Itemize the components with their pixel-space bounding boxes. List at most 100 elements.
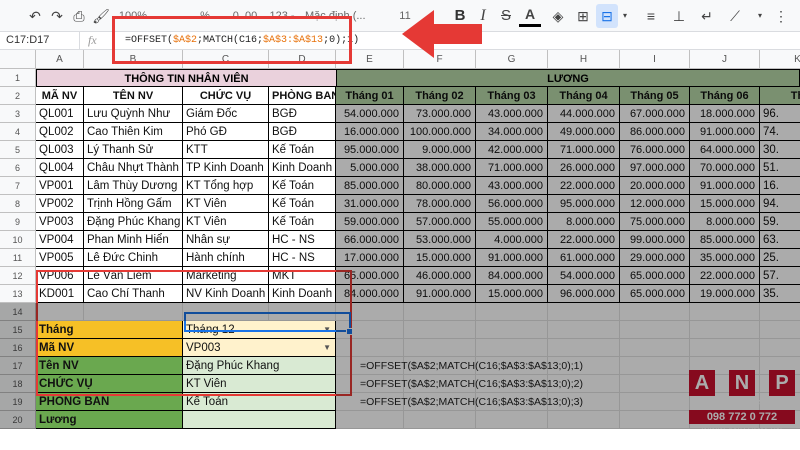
salary-header-cell[interactable]: Tháng 02: [404, 87, 476, 105]
salary-cell[interactable]: 65.000.000: [620, 267, 690, 285]
grid-cell[interactable]: [404, 303, 476, 321]
table-cell[interactable]: VP003: [36, 213, 84, 231]
table-cell[interactable]: Kinh Doanh: [269, 285, 336, 303]
row-header[interactable]: 14: [0, 303, 36, 321]
fill-handle[interactable]: [346, 328, 353, 335]
decimal-buttons[interactable]: 0 .00: [225, 4, 265, 28]
print-icon[interactable]: ⎙: [68, 4, 90, 28]
table-cell[interactable]: TP Kinh Doanh: [183, 159, 269, 177]
salary-cell[interactable]: 46.000.000: [404, 267, 476, 285]
row-header[interactable]: 15: [0, 321, 36, 339]
salary-cell[interactable]: 20.000.000: [620, 177, 690, 195]
salary-cell[interactable]: 71.000.000: [548, 141, 620, 159]
salary-cell[interactable]: 42.000.000: [476, 141, 548, 159]
table-cell[interactable]: BGĐ: [269, 105, 336, 123]
formula-text-cell[interactable]: =OFFSET($A$2;MATCH(C16;$A$3:$A$13;0);3): [360, 393, 583, 411]
salary-cell[interactable]: 49.000.000: [548, 123, 620, 141]
table-cell[interactable]: QL003: [36, 141, 84, 159]
table-cell[interactable]: HC - NS: [269, 231, 336, 249]
row-header[interactable]: 4: [0, 123, 36, 141]
salary-cell[interactable]: 35.000.000: [690, 249, 760, 267]
salary-header-cell[interactable]: Tháng 04: [548, 87, 620, 105]
table-cell[interactable]: MKT: [269, 267, 336, 285]
grid-cell[interactable]: [36, 303, 84, 321]
salary-cell[interactable]: 56.000.000: [476, 195, 548, 213]
grid-cell[interactable]: [336, 339, 404, 357]
lookup-value[interactable]: [183, 411, 336, 429]
salary-cell[interactable]: 29.000.000: [620, 249, 690, 267]
salary-cell[interactable]: 91.000.000: [476, 249, 548, 267]
table-cell[interactable]: Kế Toán: [269, 177, 336, 195]
table-cell[interactable]: VP001: [36, 177, 84, 195]
salary-cell[interactable]: 84.000.000: [336, 285, 404, 303]
salary-header-cell[interactable]: Tháng 01: [336, 87, 404, 105]
table-cell[interactable]: QL002: [36, 123, 84, 141]
grid-cell[interactable]: [690, 321, 760, 339]
percent-format-button[interactable]: %: [196, 4, 214, 28]
salary-cell[interactable]: 57.000.000: [404, 213, 476, 231]
column-header[interactable]: G: [476, 50, 548, 69]
salary-cell[interactable]: 85.000.000: [336, 177, 404, 195]
salary-cell[interactable]: 94.: [760, 195, 800, 213]
table-cell[interactable]: QL001: [36, 105, 84, 123]
grid-cell[interactable]: [760, 321, 800, 339]
salary-cell[interactable]: 95.000.000: [548, 195, 620, 213]
dropdown-arrow-icon[interactable]: ▼: [323, 339, 331, 356]
salary-cell[interactable]: 65.000.000: [336, 267, 404, 285]
salary-cell[interactable]: 59.000.000: [336, 213, 404, 231]
salary-cell[interactable]: 22.000.000: [690, 267, 760, 285]
grid-cell[interactable]: [760, 303, 800, 321]
number-format-select[interactable]: 123 -: [265, 4, 299, 28]
salary-cell[interactable]: 38.000.000: [404, 159, 476, 177]
align-left-icon[interactable]: ≡: [640, 4, 662, 28]
column-header[interactable]: A: [36, 50, 84, 69]
salary-cell[interactable]: 73.000.000: [404, 105, 476, 123]
grid-cell[interactable]: [760, 339, 800, 357]
text-wrap-icon[interactable]: ↵: [696, 4, 718, 28]
salary-cell[interactable]: 4.000.000: [476, 231, 548, 249]
grid-cell[interactable]: [620, 375, 690, 393]
salary-header-cell[interactable]: Tháng 03: [476, 87, 548, 105]
grid-cell[interactable]: [620, 321, 690, 339]
salary-cell[interactable]: 74.: [760, 123, 800, 141]
column-header[interactable]: J: [690, 50, 760, 69]
salary-cell[interactable]: 95.000.000: [336, 141, 404, 159]
salary-cell[interactable]: 91.000.000: [404, 285, 476, 303]
row-header[interactable]: 2: [0, 87, 36, 105]
text-rotate-icon[interactable]: ⟋: [724, 4, 746, 28]
column-header[interactable]: D: [269, 50, 336, 69]
salary-cell[interactable]: 55.000.000: [476, 213, 548, 231]
paint-format-icon[interactable]: 🖌: [90, 4, 112, 28]
row-header[interactable]: 10: [0, 231, 36, 249]
salary-cell[interactable]: 66.000.000: [336, 231, 404, 249]
table-cell[interactable]: Kế Toán: [269, 141, 336, 159]
table-cell[interactable]: VP002: [36, 195, 84, 213]
table-cell[interactable]: Nhân sự: [183, 231, 269, 249]
table-cell[interactable]: Giám Đốc: [183, 105, 269, 123]
salary-cell[interactable]: 71.000.000: [476, 159, 548, 177]
formula-text-cell[interactable]: =OFFSET($A$2;MATCH(C16;$A$3:$A$13;0);1): [360, 357, 583, 375]
select-all-corner[interactable]: [0, 50, 36, 69]
column-header[interactable]: H: [548, 50, 620, 69]
salary-cell[interactable]: 26.000.000: [548, 159, 620, 177]
salary-header-cell[interactable]: Tháng 05: [620, 87, 690, 105]
row-header[interactable]: 6: [0, 159, 36, 177]
salary-cell[interactable]: 15.000.000: [690, 195, 760, 213]
salary-cell[interactable]: 12.000.000: [620, 195, 690, 213]
grid-cell[interactable]: [183, 303, 269, 321]
grid-cell[interactable]: [548, 303, 620, 321]
salary-cell[interactable]: 53.000.000: [404, 231, 476, 249]
row-header[interactable]: 12: [0, 267, 36, 285]
salary-header-cell[interactable]: Tháng 06: [690, 87, 760, 105]
grid-cell[interactable]: [476, 321, 548, 339]
grid-cell[interactable]: [548, 321, 620, 339]
row-header[interactable]: 16: [0, 339, 36, 357]
table-cell[interactable]: BGĐ: [269, 123, 336, 141]
row-header[interactable]: 18: [0, 375, 36, 393]
salary-cell[interactable]: 78.000.000: [404, 195, 476, 213]
table-cell[interactable]: Cao Chí Thanh: [84, 285, 183, 303]
redo-icon[interactable]: ↷: [46, 4, 68, 28]
salary-cell[interactable]: 96.000.000: [548, 285, 620, 303]
table-cell[interactable]: Trịnh Hồng Gấm: [84, 195, 183, 213]
table-cell[interactable]: Kế Toán: [269, 213, 336, 231]
